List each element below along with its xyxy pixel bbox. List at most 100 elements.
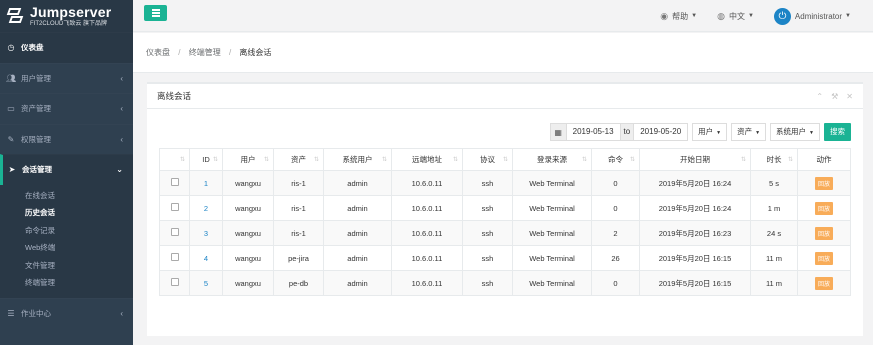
- help-label: 帮助: [672, 11, 689, 21]
- caret-down-icon: ▼: [845, 13, 851, 19]
- row-checkbox[interactable]: [170, 203, 179, 211]
- cell-start-date: 2019年5月20日 16:23: [639, 220, 751, 246]
- cell-remote-addr: 10.6.0.11: [391, 245, 463, 271]
- cell-asset: ris-1: [273, 170, 324, 196]
- user-select[interactable]: 用户 ▼: [692, 123, 728, 141]
- cell-source: Web Terminal: [512, 220, 592, 246]
- sessions-panel: 离线会话 ⌃ ⚒ ✕ ▦ 2019-05-13 to 2019-05-20 用户…: [147, 82, 863, 336]
- help-menu[interactable]: ◉ 帮助 ▼: [660, 11, 697, 22]
- replay-button[interactable]: 回放: [814, 201, 833, 215]
- replay-button[interactable]: 回放: [814, 176, 833, 190]
- sidebar-item-jobs[interactable]: ☰ 作业中心 ‹: [0, 298, 133, 329]
- wrench-icon[interactable]: ⚒: [831, 92, 838, 101]
- sidebar-item-dashboard[interactable]: ◷ 仪表盘: [0, 32, 133, 63]
- col-header-remote-addr[interactable]: 远端地址 ⇅: [391, 148, 463, 171]
- breadcrumb-home[interactable]: 仪表盘: [146, 48, 170, 57]
- date-from-input[interactable]: 2019-05-13: [565, 123, 621, 141]
- date-to-input[interactable]: 2019-05-20: [633, 123, 689, 141]
- row-checkbox[interactable]: [170, 228, 179, 236]
- sidebar-item-users[interactable]: 👥︎ 用户管理 ‹: [0, 63, 133, 94]
- asset-select[interactable]: 资产 ▼: [731, 123, 767, 141]
- cell-system-user: admin: [323, 270, 392, 296]
- cell-source: Web Terminal: [512, 195, 592, 221]
- cell-asset: pe-jira: [273, 245, 324, 271]
- caret-down-icon: ▼: [747, 13, 754, 19]
- sidebar-subitem-terminals[interactable]: 终端管理: [0, 274, 133, 292]
- caret-down-icon: ▼: [755, 130, 761, 136]
- select-all-header[interactable]: ⇅: [159, 148, 190, 171]
- logo-title: Jumpserver: [30, 3, 112, 20]
- sidebar-item-label: 仪表盘: [21, 43, 44, 53]
- lifebuoy-icon: ◉: [660, 10, 669, 21]
- system-user-select[interactable]: 系统用户 ▼: [770, 123, 820, 141]
- chevron-left-icon: ‹: [120, 309, 123, 319]
- cell-system-user: admin: [323, 245, 392, 271]
- search-button[interactable]: 搜索: [824, 123, 851, 141]
- replay-button[interactable]: 回放: [814, 251, 833, 265]
- cell-user: wangxu: [222, 195, 274, 221]
- col-header-start-date[interactable]: 开始日期 ⇅: [639, 148, 751, 171]
- sort-icon: ⇅: [381, 157, 387, 163]
- sidebar-toggle-button[interactable]: [144, 5, 167, 21]
- col-header-source[interactable]: 登录来源 ⇅: [512, 148, 592, 171]
- cell-start-date: 2019年5月20日 16:15: [639, 270, 751, 296]
- col-header-id[interactable]: ID ⇅: [189, 148, 223, 171]
- session-id-link[interactable]: 2: [204, 204, 208, 213]
- table-header-row: ⇅ ID ⇅ 用户 ⇅ 资产 ⇅ 系统用户 ⇅ 远端地址 ⇅ 协议 ⇅ 登录来源 ⇅ 命令 ⇅ …: [159, 148, 851, 171]
- sidebar-subitem-files[interactable]: 文件管理: [0, 257, 133, 275]
- col-header-action: 动作: [797, 148, 851, 171]
- cell-start-date: 2019年5月20日 16:15: [639, 245, 751, 271]
- col-header-system-user[interactable]: 系统用户 ⇅: [323, 148, 392, 171]
- sidebar-item-label: 资产管理: [21, 104, 51, 114]
- sort-icon: ⇅: [629, 157, 635, 163]
- cell-commands: 26: [591, 245, 640, 271]
- col-header-commands[interactable]: 命令 ⇅: [591, 148, 640, 171]
- session-id-link[interactable]: 1: [204, 179, 208, 188]
- sidebar-item-label: 用户管理: [21, 73, 51, 83]
- row-checkbox[interactable]: [170, 278, 179, 286]
- sidebar-item-assets[interactable]: ▭ 资产管理 ‹: [0, 93, 133, 124]
- col-header-duration[interactable]: 时长 ⇅: [750, 148, 798, 171]
- cell-source: Web Terminal: [512, 170, 592, 196]
- sidebar-subitem-commands[interactable]: 命令记录: [0, 222, 133, 240]
- globe-icon: ◍: [717, 10, 725, 21]
- sidebar-item-permissions[interactable]: ✎ 权限管理 ‹: [0, 124, 133, 155]
- session-id-link[interactable]: 3: [204, 229, 208, 238]
- sidebar-item-label: 权限管理: [21, 134, 51, 144]
- cell-user: wangxu: [222, 245, 274, 271]
- cell-commands: 0: [591, 170, 640, 196]
- user-menu[interactable]: ⏻ Administrator ▼: [773, 7, 851, 25]
- sidebar-item-sessions[interactable]: ➤ 会话管理 ⌄: [0, 154, 133, 185]
- calendar-icon: ▦: [549, 123, 566, 141]
- chevron-down-icon: ⌄: [116, 165, 123, 175]
- sidebar-subitem-history[interactable]: 历史会话: [0, 204, 133, 222]
- collapse-icon[interactable]: ⌃: [816, 92, 823, 101]
- table-row: 3 wangxu ris-1 admin 10.6.0.11 ssh Web T…: [159, 220, 851, 246]
- replay-button[interactable]: 回放: [814, 226, 833, 240]
- breadcrumb-section[interactable]: 终端管理: [189, 48, 221, 57]
- table-row: 2 wangxu ris-1 admin 10.6.0.11 ssh Web T…: [159, 195, 851, 221]
- sort-icon: ⇅: [179, 157, 185, 163]
- cell-commands: 2: [591, 220, 640, 246]
- cell-user: wangxu: [222, 170, 274, 196]
- table-row: 5 wangxu pe-db admin 10.6.0.11 ssh Web T…: [159, 270, 851, 296]
- sort-icon: ⇅: [452, 157, 458, 163]
- user-select-label: 用户: [698, 127, 714, 136]
- logo[interactable]: Jumpserver FIT2CLOUD飞致云 旗下品牌: [0, 0, 133, 32]
- cell-protocol: ssh: [462, 220, 513, 246]
- sidebar-subitem-web-terminal[interactable]: Web终端: [0, 239, 133, 257]
- cell-duration: 5 s: [750, 170, 798, 196]
- replay-button[interactable]: 回放: [814, 276, 833, 290]
- col-header-user[interactable]: 用户 ⇅: [222, 148, 274, 171]
- session-id-link[interactable]: 5: [204, 279, 208, 288]
- sort-icon: ⇅: [212, 157, 218, 163]
- cell-asset: ris-1: [273, 220, 324, 246]
- session-id-link[interactable]: 4: [204, 254, 208, 263]
- col-header-asset[interactable]: 资产 ⇅: [273, 148, 324, 171]
- close-icon[interactable]: ✕: [846, 92, 853, 101]
- row-checkbox[interactable]: [170, 253, 179, 261]
- col-header-protocol[interactable]: 协议 ⇅: [462, 148, 513, 171]
- language-menu[interactable]: ◍ 中文 ▼: [717, 11, 754, 22]
- row-checkbox[interactable]: [170, 178, 179, 186]
- sidebar-subitem-online[interactable]: 在线会话: [0, 187, 133, 205]
